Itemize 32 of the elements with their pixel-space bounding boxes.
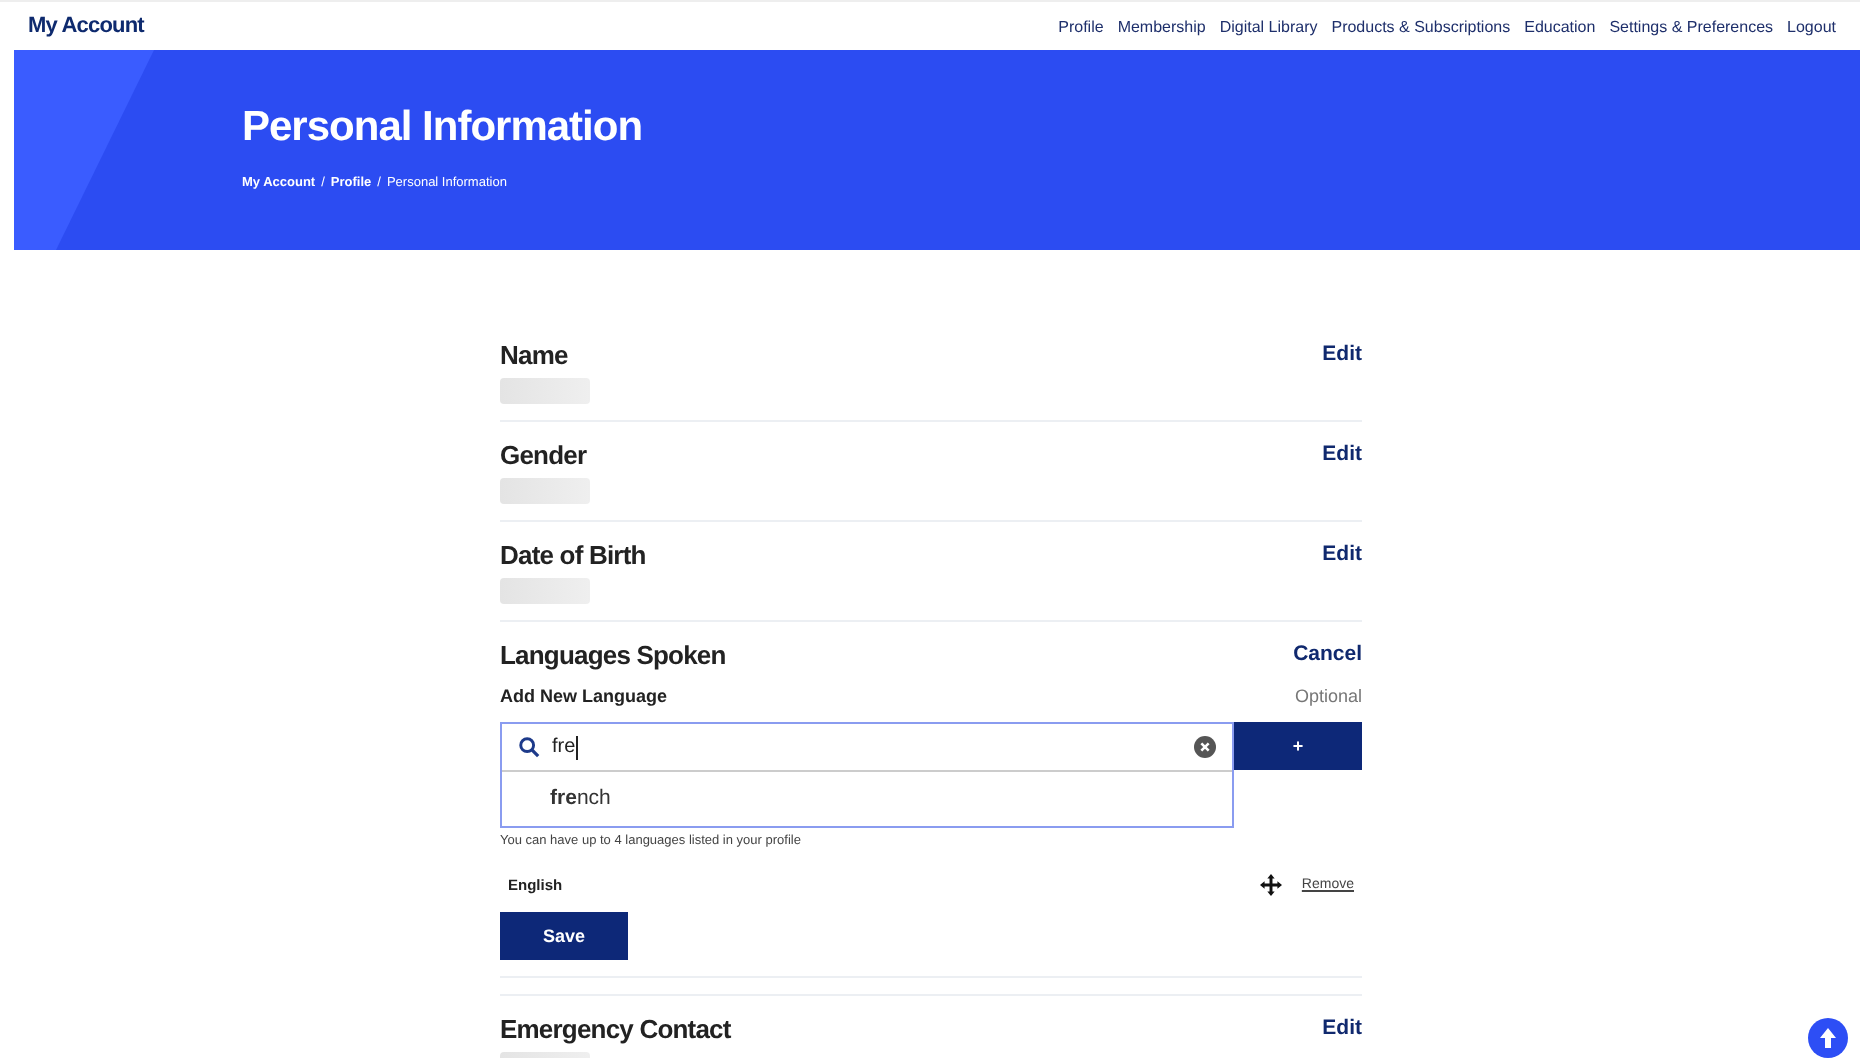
nav-link[interactable]: Digital Library: [1219, 17, 1318, 35]
nav-link[interactable]: Products & Subscriptions: [1331, 17, 1511, 35]
suggestion-option[interactable]: french: [502, 772, 1232, 826]
cancel-link[interactable]: Cancel: [1293, 642, 1362, 666]
nav-link[interactable]: Profile: [1058, 17, 1104, 35]
save-button[interactable]: Save: [500, 912, 628, 960]
add-button[interactable]: +: [1234, 722, 1362, 770]
edit-link[interactable]: Edit: [1322, 342, 1362, 366]
search-field[interactable]: fre: [502, 724, 1232, 772]
nav-link[interactable]: Logout: [1787, 17, 1836, 35]
nav-link[interactable]: Education: [1524, 17, 1596, 35]
nav-link[interactable]: Settings & Preferences: [1609, 17, 1774, 35]
redacted-value: [500, 378, 590, 404]
redacted-value: [500, 578, 590, 604]
edit-link[interactable]: Edit: [1322, 1016, 1362, 1040]
nav-link[interactable]: Membership: [1117, 17, 1206, 35]
search-icon: [518, 736, 540, 758]
section-title: Gender: [500, 439, 587, 469]
brand-title[interactable]: My Account: [28, 14, 144, 38]
section-title: Name: [500, 339, 568, 369]
section-title: Date of Birth: [500, 539, 646, 569]
clear-icon[interactable]: [1194, 736, 1216, 758]
field-label: Add New Language: [500, 686, 668, 706]
section-title: Emergency Contact: [500, 1013, 731, 1043]
section-title: Languages Spoken: [500, 639, 726, 669]
edit-link[interactable]: Edit: [1322, 442, 1362, 466]
move-icon[interactable]: [1259, 874, 1282, 896]
redacted-value: [500, 478, 590, 504]
edit-link[interactable]: Edit: [1322, 542, 1362, 566]
optional-label: Optional: [1294, 686, 1362, 706]
page-title: Personal Information: [242, 104, 645, 152]
scroll-top-button[interactable]: [1808, 1018, 1848, 1058]
